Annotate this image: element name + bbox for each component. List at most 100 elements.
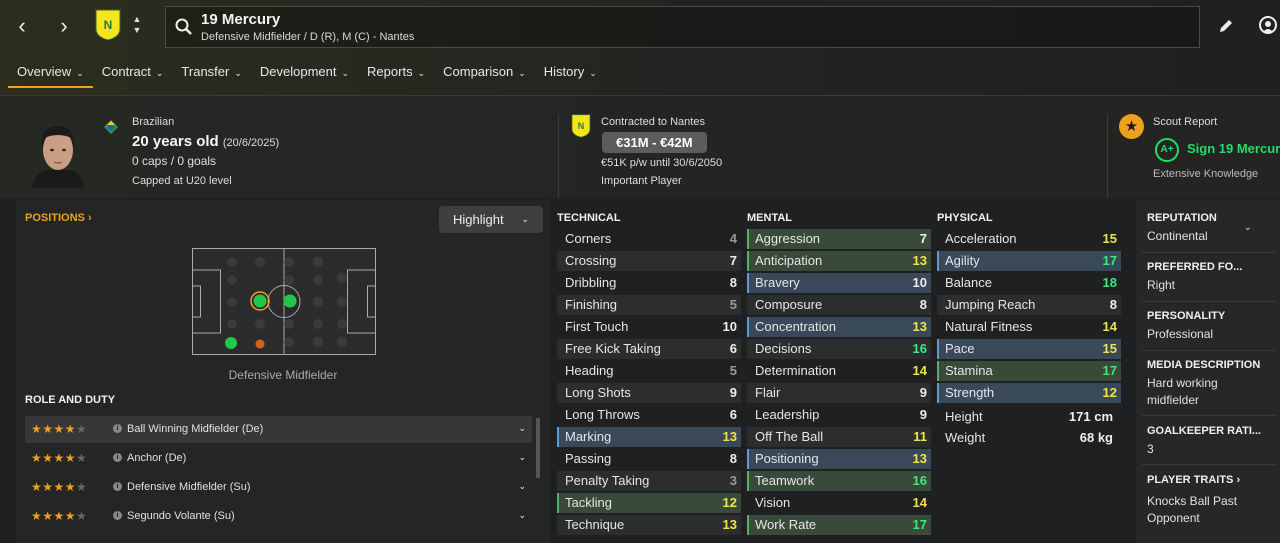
date-of-birth: (20/6/2025) [222, 137, 280, 149]
role-stars: ★★★★★ [31, 451, 88, 465]
positions-link[interactable]: POSITIONS › [25, 212, 92, 224]
attribute-name: Flair [755, 385, 781, 400]
player-name: 19 Mercury [201, 11, 281, 28]
tab-bar: Overview ⌄ Contract ⌄ Transfer ⌄ Developmen… [8, 62, 606, 88]
attribute-value: 8 [729, 451, 737, 466]
role-stars: ★★★★★ [31, 480, 88, 494]
preferred-foot-value: Right [1147, 278, 1176, 292]
attribute-row: Concentration 13 [747, 317, 931, 337]
svg-text:N: N [104, 18, 113, 32]
role-duty-title: ROLE AND DUTY [25, 394, 116, 406]
tab-comparison[interactable]: Comparison ⌄ [434, 62, 535, 88]
natural-position-dot [283, 294, 297, 308]
attribute-value: 14 [912, 495, 927, 510]
highlight-dropdown[interactable]: Highlight ⌄ [439, 206, 543, 233]
role-row[interactable]: ★★★★★ i Ball Winning Midfielder (De) ⌄ [25, 416, 532, 443]
contract-club: Contracted to Nantes [601, 116, 705, 128]
attribute-name: Aggression [755, 231, 821, 246]
forward-arrow-icon[interactable]: › [52, 14, 76, 38]
player-profile-icon[interactable] [1256, 14, 1280, 38]
attribute-name: Free Kick Taking [565, 341, 661, 356]
attribute-row: Off The Ball 11 [747, 427, 931, 447]
info-icon[interactable]: i [113, 453, 122, 462]
attribute-value: 17 [1102, 363, 1117, 378]
attribute-value: 17 [912, 517, 927, 532]
brazil-flag-icon [104, 120, 118, 134]
attribute-value: 3 [729, 473, 737, 488]
attribute-name: Stamina [945, 363, 993, 378]
chevron-down-icon[interactable]: ⌄ [518, 481, 526, 492]
attribute-value: 18 [1102, 275, 1117, 290]
attribute-name: Leadership [755, 407, 820, 422]
nationality: Brazilian [132, 116, 175, 128]
attribute-value: 16 [912, 473, 927, 488]
attribute-name: Vision [755, 495, 791, 510]
attribute-name: Long Shots [565, 385, 631, 400]
attribute-value: 5 [729, 363, 737, 378]
edit-pencil-icon[interactable] [1216, 16, 1236, 36]
role-stars: ★★★★★ [31, 422, 88, 436]
tab-development[interactable]: Development ⌄ [251, 62, 358, 88]
role-list-scrollbar[interactable] [536, 418, 540, 478]
attribute-value: 9 [919, 385, 927, 400]
tab-label: Comparison [443, 64, 514, 79]
role-name: Anchor (De) [127, 452, 187, 464]
chevron-down-icon[interactable]: ⌄ [518, 510, 526, 521]
attribute-name: Natural Fitness [945, 319, 1033, 334]
tab-transfer[interactable]: Transfer ⌄ [172, 62, 250, 88]
attribute-name: Finishing [565, 297, 618, 312]
role-row[interactable]: ★★★★★ i Defensive Midfielder (Su) ⌄ [25, 474, 532, 501]
attribute-name: Tackling [565, 495, 612, 510]
player-traits-link[interactable]: PLAYER TRAITS › [1147, 474, 1240, 486]
transfer-value-badge[interactable]: €31M - €42M [602, 132, 707, 153]
unconvincing-position-dot [255, 339, 265, 349]
chevron-down-icon[interactable]: ⌄ [1244, 222, 1252, 233]
attribute-row: Long Throws 6 [557, 405, 741, 425]
attribute-row: Work Rate 17 [747, 515, 931, 535]
chevron-down-icon[interactable]: ⌄ [518, 452, 526, 463]
tab-reports[interactable]: Reports ⌄ [358, 62, 434, 88]
attribute-value: 13 [912, 319, 927, 334]
search-icon[interactable] [174, 17, 194, 37]
chevron-right-icon: › [87, 212, 92, 224]
role-row[interactable]: ★★★★★ i Segundo Volante (Su) ⌄ [25, 503, 532, 530]
attribute-name: Corners [565, 231, 612, 246]
info-icon[interactable]: i [113, 482, 122, 491]
role-stars: ★★★★★ [31, 509, 88, 523]
attribute-name: Heading [565, 363, 614, 378]
tab-overview[interactable]: Overview ⌄ [8, 62, 93, 88]
attribute-value: 6 [729, 341, 737, 356]
divider [1142, 464, 1276, 465]
info-icon[interactable]: i [113, 511, 122, 520]
scout-recommendation[interactable]: Sign 19 Mercury [1187, 141, 1280, 156]
attribute-name: Passing [565, 451, 612, 466]
attribute-value: 13 [912, 451, 927, 466]
attribute-name: Marking [565, 429, 612, 444]
chevron-down-icon[interactable]: ⌄ [518, 423, 526, 434]
club-crest-icon[interactable]: N [95, 9, 121, 41]
attribute-name: Dribbling [565, 275, 617, 290]
attribute-name: Anticipation [755, 253, 823, 268]
divider [1142, 301, 1276, 302]
player-up-down-icon[interactable]: ▲ ▼ [130, 14, 144, 36]
role-row[interactable]: ★★★★★ i Anchor (De) ⌄ [25, 445, 532, 472]
attribute-value: 14 [912, 363, 927, 378]
tab-label: History [543, 64, 585, 79]
attribute-name: Jumping Reach [945, 297, 1036, 312]
attribute-name: Determination [755, 363, 836, 378]
attribute-value: 5 [729, 297, 737, 312]
goalkeeper-rating-label: GOALKEEPER RATI... [1147, 425, 1262, 437]
attribute-name: Composure [755, 297, 823, 312]
player-search-box[interactable]: 19 Mercury Defensive Midfielder / D (R),… [165, 6, 1200, 48]
attribute-row: Leadership 9 [747, 405, 931, 425]
attribute-name: Concentration [755, 319, 836, 334]
attribute-row: Corners 4 [557, 229, 741, 249]
info-icon[interactable]: i [113, 424, 122, 433]
tab-contract[interactable]: Contract ⌄ [93, 62, 173, 88]
attribute-value: 12 [1102, 385, 1117, 400]
back-arrow-icon[interactable]: ‹ [10, 14, 34, 38]
media-description-value: Hard working midfielder [1147, 376, 1218, 407]
scout-knowledge: Extensive Knowledge [1153, 168, 1259, 180]
attribute-row: Jumping Reach 8 [937, 295, 1121, 315]
tab-history[interactable]: History ⌄ [535, 62, 606, 88]
